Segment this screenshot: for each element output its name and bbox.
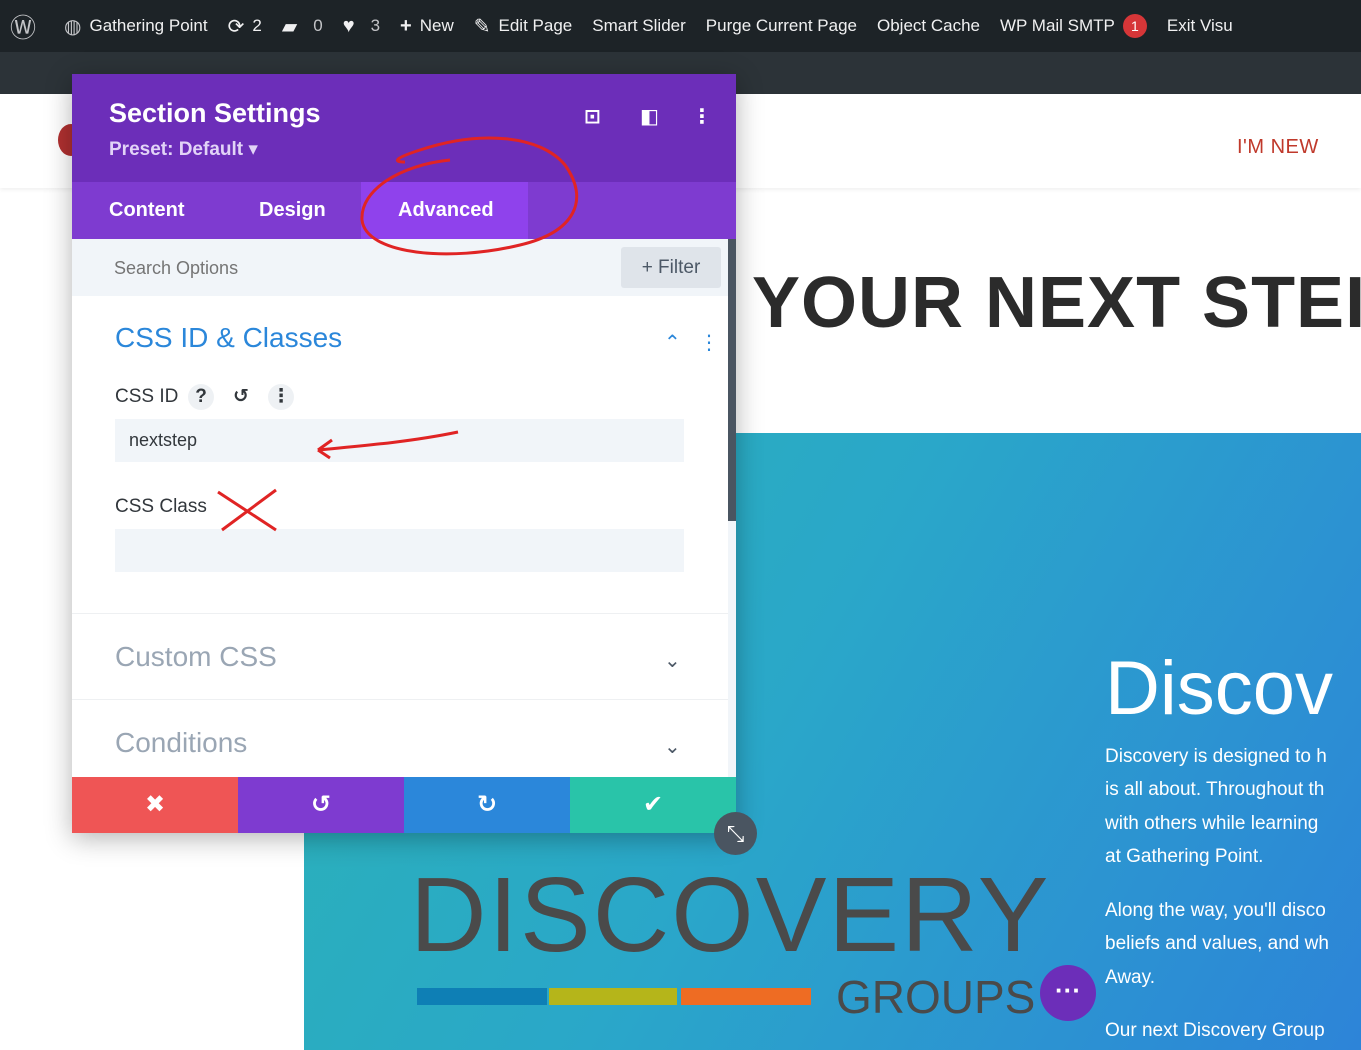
css-class-label: CSS Class — [115, 496, 207, 517]
help-icon[interactable]: ? — [188, 384, 214, 410]
panel-tabs: Content Design Advanced — [72, 182, 736, 239]
filter-button[interactable]: + Filter — [621, 247, 721, 288]
discovery-text-line: Away. — [1105, 967, 1155, 988]
close-icon: ✖ — [144, 791, 166, 818]
wordpress-icon: Ⓦ — [10, 12, 37, 43]
undo-button[interactable]: ↺ — [238, 777, 404, 833]
scrollbar[interactable] — [728, 239, 736, 777]
nav-item-im-new[interactable]: I'M NEW — [1237, 136, 1319, 159]
smart-slider-link[interactable]: Smart Slider — [582, 0, 696, 52]
discovery-title: Discov — [1105, 646, 1334, 731]
panel-body: CSS ID & Classes ⌃ ⋮ CSS ID ? ↺ ⋮ CSS Cl… — [72, 296, 728, 777]
split-view-icon[interactable]: ◧ — [640, 104, 659, 129]
redo-button[interactable]: ↻ — [404, 777, 570, 833]
dashboard-icon: ◍ — [64, 15, 82, 38]
chevron-down-icon[interactable]: ⌄ — [664, 648, 681, 673]
save-button[interactable]: ✔ — [570, 777, 736, 833]
discovery-logo-groups: GROUPS — [836, 971, 1036, 1023]
panel-header: Section Settings Preset: Default ▾ ⊡ ◧ ⋮ — [72, 74, 736, 182]
reset-icon[interactable]: ↺ — [228, 384, 254, 410]
new-content-link[interactable]: + New — [390, 0, 464, 52]
checkmark-icon: ✔ — [642, 791, 664, 818]
site-name-link[interactable]: ◍ Gathering Point — [54, 0, 218, 52]
discovery-text-line: Discovery is designed to h — [1105, 746, 1327, 767]
discovery-text-line: with others while learning — [1105, 813, 1319, 834]
scrollbar-thumb[interactable] — [728, 239, 736, 521]
updates-link[interactable]: ⟳ 2 — [218, 0, 272, 52]
resize-arrows-icon: ⤡ — [726, 821, 745, 846]
discovery-text-line: Along the way, you'll disco — [1105, 900, 1326, 921]
logo-color-bar-orange — [681, 988, 811, 1005]
tab-design[interactable]: Design — [222, 182, 363, 239]
toggle-conditions[interactable]: Conditions — [115, 727, 247, 759]
discovery-text-line: Our next Discovery Group — [1105, 1020, 1325, 1041]
tab-advanced[interactable]: Advanced — [361, 182, 528, 239]
wp-mail-smtp-link[interactable]: WP Mail SMTP 1 — [990, 0, 1157, 52]
purge-page-link[interactable]: Purge Current Page — [696, 0, 867, 52]
kebab-menu-icon[interactable]: ⋮ — [692, 104, 712, 129]
discovery-text-line: is all about. Throughout th — [1105, 779, 1325, 800]
section-kebab-icon[interactable]: ⋮ — [699, 330, 719, 355]
section-divider — [72, 613, 728, 614]
section-settings-panel: Section Settings Preset: Default ▾ ⊡ ◧ ⋮… — [72, 74, 736, 833]
preset-dropdown[interactable]: Preset: Default ▾ — [109, 138, 258, 161]
discovery-logo-text: DISCOVERY — [410, 856, 1051, 974]
discovery-text-line: at Gathering Point. — [1105, 846, 1264, 867]
discovery-text-line: beliefs and values, and wh — [1105, 933, 1329, 954]
css-class-input[interactable] — [115, 529, 684, 572]
exit-visual-builder-link[interactable]: Exit Visu — [1157, 0, 1243, 52]
search-bar: + Filter — [72, 239, 736, 296]
undo-icon: ↺ — [310, 791, 332, 818]
chevron-up-icon[interactable]: ⌃ — [664, 330, 681, 355]
wordpress-logo-button[interactable]: Ⓦ — [0, 0, 54, 52]
likes-link[interactable]: ♥ 3 — [333, 0, 390, 52]
pencil-icon: ✎ — [473, 15, 491, 38]
resize-handle[interactable]: ⤡ — [714, 812, 757, 855]
plus-icon: + — [400, 14, 412, 37]
comment-icon: ▰ — [281, 15, 298, 38]
page-headline: YOUR NEXT STEI — [752, 263, 1361, 343]
refresh-icon: ⟳ — [227, 15, 245, 38]
tab-content[interactable]: Content — [72, 182, 222, 239]
panel-footer: ✖ ↺ ↻ ✔ — [72, 777, 736, 833]
toggle-custom-css[interactable]: Custom CSS — [115, 641, 277, 673]
comments-link[interactable]: ▰ 0 — [272, 0, 333, 52]
heart-icon: ♥ — [342, 14, 355, 37]
edit-page-link[interactable]: ✎ Edit Page — [464, 0, 583, 52]
css-id-input[interactable] — [115, 419, 684, 462]
object-cache-link[interactable]: Object Cache — [867, 0, 990, 52]
chevron-down-icon[interactable]: ⌄ — [664, 734, 681, 759]
panel-title: Section Settings — [109, 98, 321, 128]
search-input[interactable] — [114, 251, 594, 285]
notification-badge: 1 — [1122, 14, 1147, 38]
toggle-css-id-classes[interactable]: CSS ID & Classes — [115, 322, 342, 354]
redo-icon: ↻ — [476, 791, 498, 818]
logo-color-bar-blue — [417, 988, 547, 1005]
admin-bar: Ⓦ ◍ Gathering Point ⟳ 2 ▰ 0 ♥ 3 + New ✎ Edit P… — [0, 0, 1361, 52]
css-id-label: CSS ID — [115, 386, 179, 407]
field-kebab-icon[interactable]: ⋮ — [268, 384, 294, 410]
more-options-button[interactable]: ··· — [1040, 965, 1096, 1021]
cancel-button[interactable]: ✖ — [72, 777, 238, 833]
section-divider — [72, 699, 728, 700]
focus-icon[interactable]: ⊡ — [584, 104, 601, 129]
logo-color-bar-yellow — [549, 988, 677, 1005]
